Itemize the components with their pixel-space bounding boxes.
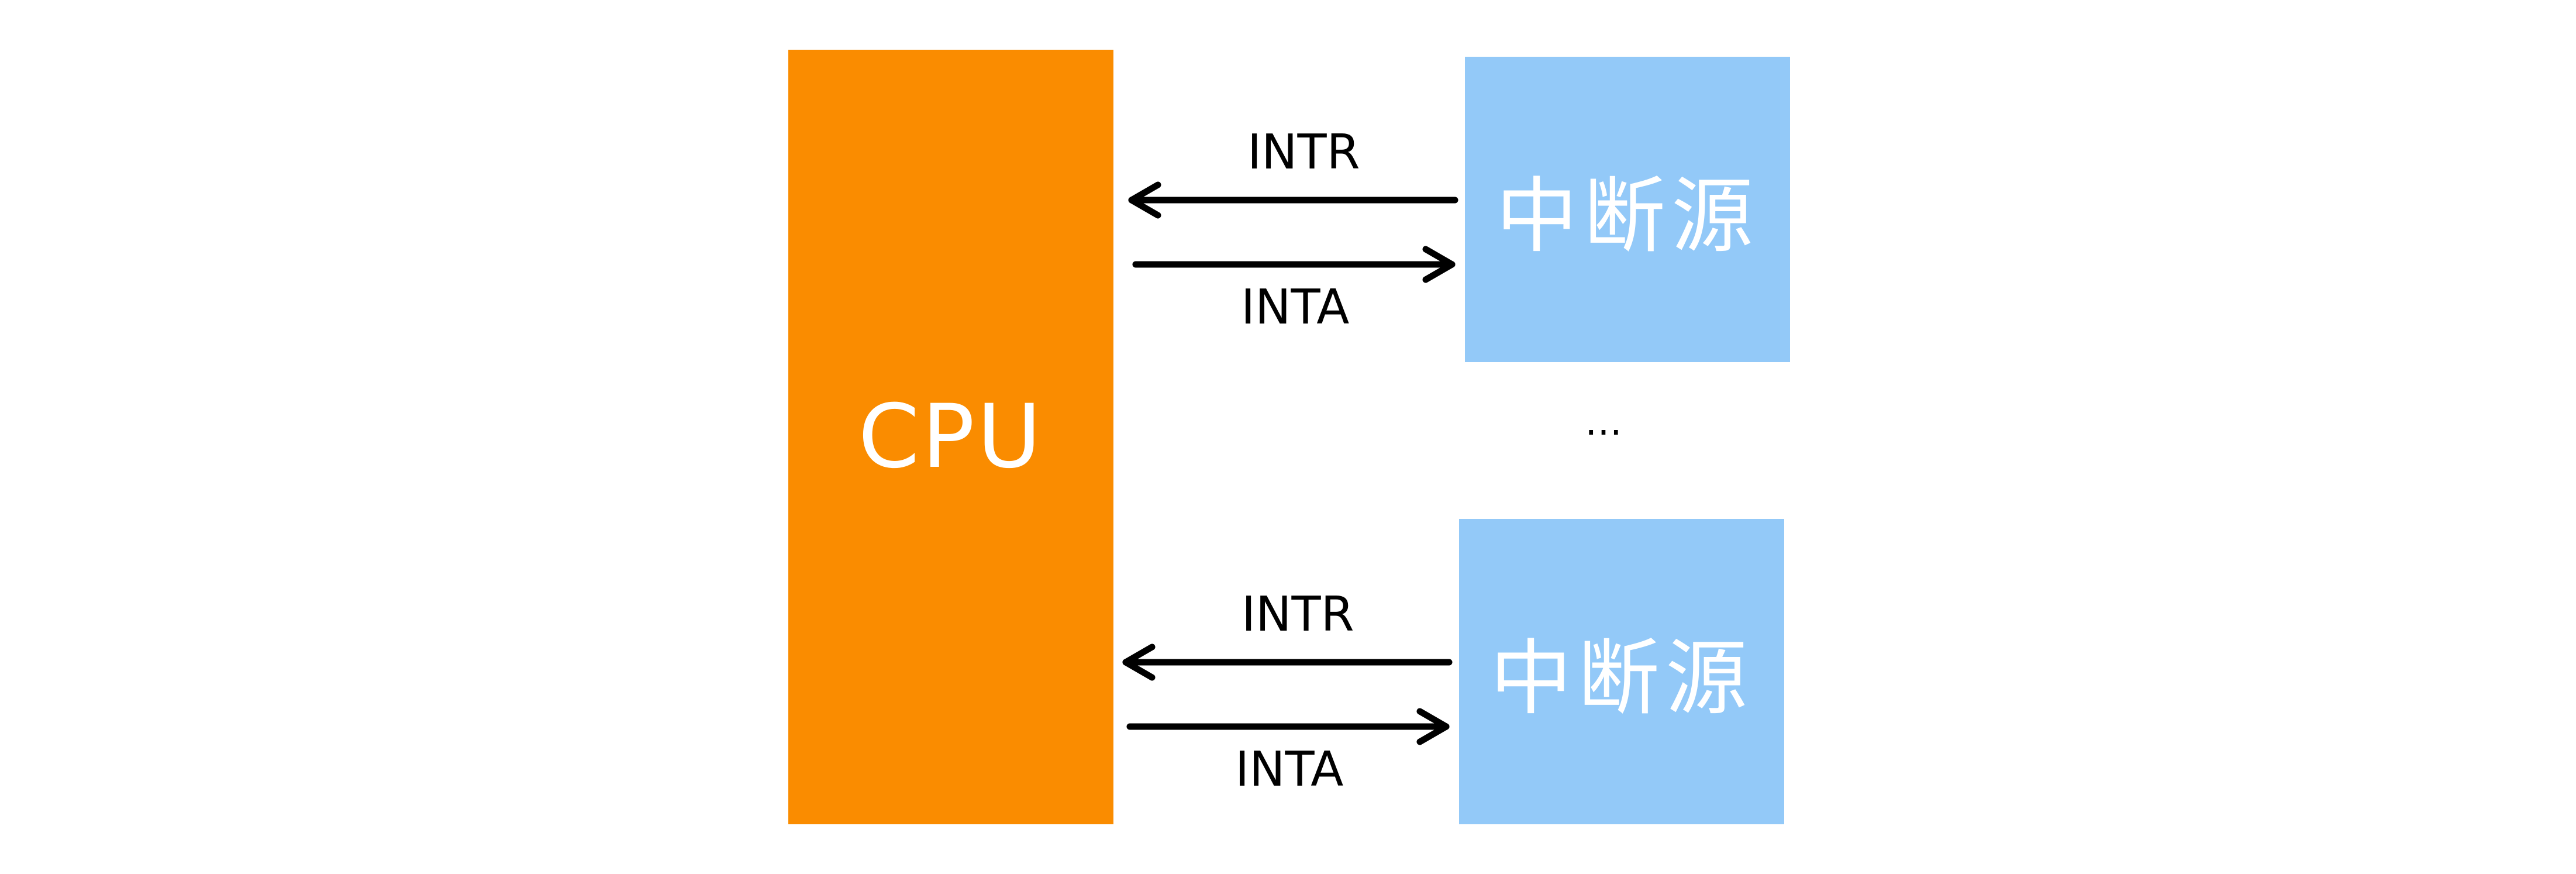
inta-label-2: INTA xyxy=(1235,742,1344,797)
intr-label-1: INTR xyxy=(1247,125,1360,180)
inta-label-1: INTA xyxy=(1241,280,1350,335)
ellipsis: … xyxy=(1585,401,1622,444)
intr-label-2: INTR xyxy=(1242,587,1354,642)
